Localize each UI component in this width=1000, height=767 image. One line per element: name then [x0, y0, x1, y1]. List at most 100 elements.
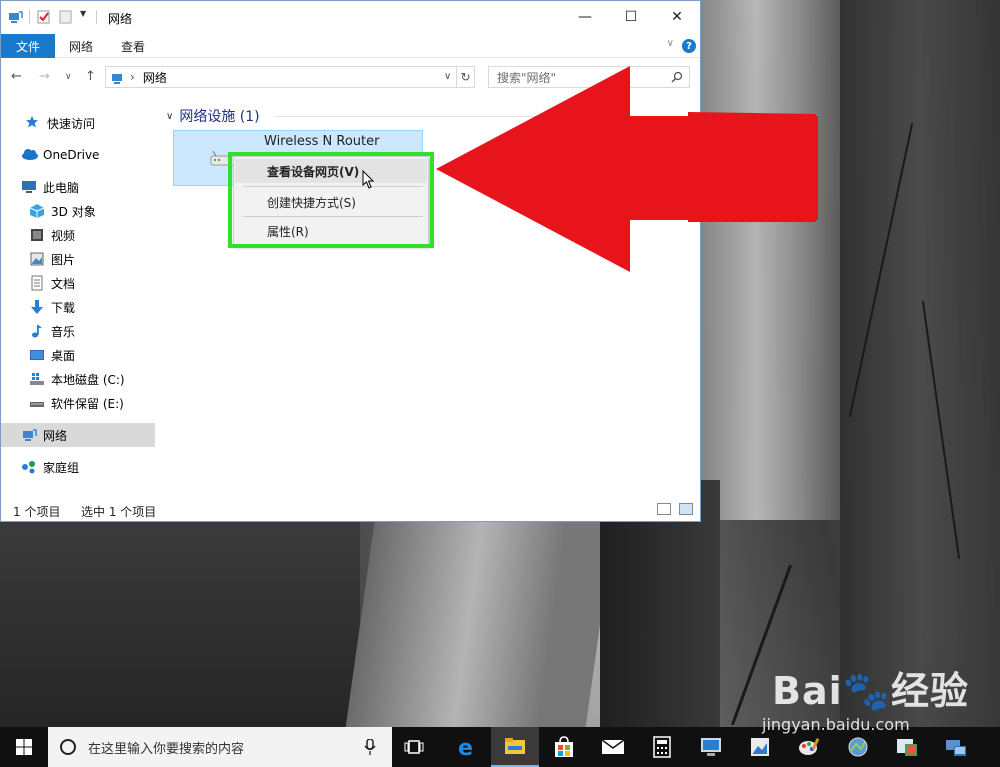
cube-icon — [29, 203, 45, 219]
store-icon[interactable] — [550, 733, 578, 761]
recent-locations-button[interactable]: ∨ — [65, 72, 72, 82]
watermark-logo: Bai🐾经验 — [772, 669, 969, 713]
sidebar-item-music[interactable]: 音乐 — [1, 319, 155, 343]
sidebar-item-label: 3D 对象 — [51, 204, 96, 219]
sidebar-item-desktop[interactable]: 桌面 — [1, 343, 155, 367]
mouse-cursor-icon — [362, 170, 375, 189]
desktop-icon — [29, 347, 45, 363]
tab-file[interactable]: 文件 — [1, 34, 55, 58]
details-view-icon[interactable] — [657, 503, 671, 515]
video-icon — [29, 227, 45, 243]
sidebar-item-homegroup[interactable]: 家庭组 — [1, 455, 155, 479]
microphone-icon[interactable] — [364, 739, 376, 755]
sidebar-item-onedrive[interactable]: OneDrive — [1, 143, 155, 167]
sidebar-item-label: 图片 — [51, 252, 76, 267]
tab-view[interactable]: 查看 — [121, 38, 145, 55]
sidebar-item-label: 家庭组 — [43, 460, 80, 475]
up-button[interactable]: ↑ — [85, 69, 96, 84]
task-view-icon[interactable] — [400, 733, 428, 761]
start-button[interactable] — [0, 727, 48, 767]
status-bar: 1 个项目 选中 1 个项目 — [1, 499, 700, 521]
group-header-label: 网络设施 (1) — [179, 109, 260, 125]
group-header[interactable]: ∨ 网络设施 (1) — [166, 106, 260, 126]
breadcrumb-separator[interactable]: › — [130, 70, 135, 84]
red-arrow-annotation — [436, 66, 818, 272]
help-icon[interactable]: ? — [682, 39, 696, 53]
watermark-url: jingyan.baidu.com — [762, 715, 910, 734]
drive-icon — [29, 395, 45, 411]
rock-face — [0, 520, 360, 727]
document-icon — [29, 275, 45, 291]
sidebar-item-label: 此电脑 — [43, 180, 80, 195]
computer-icon — [21, 179, 37, 195]
network-icon — [21, 427, 37, 443]
maximize-button[interactable]: ☐ — [608, 1, 654, 33]
file-explorer-icon[interactable] — [491, 727, 539, 767]
properties-icon[interactable] — [36, 9, 52, 25]
rock-face — [345, 520, 615, 727]
sidebar-item-drive-c[interactable]: 本地磁盘 (C:) — [1, 367, 155, 391]
network-icon — [110, 70, 126, 89]
sidebar-item-network[interactable]: 网络 — [1, 423, 155, 447]
remote-desktop-icon[interactable] — [697, 733, 725, 761]
expand-ribbon-icon[interactable]: ∨ — [667, 38, 674, 49]
calculator-icon[interactable] — [648, 733, 676, 761]
back-button[interactable]: ← — [11, 69, 22, 84]
title-bar: ▼ 网络 — ☐ ✕ — [1, 1, 700, 33]
picture-icon — [29, 251, 45, 267]
minimize-button[interactable]: — — [562, 1, 608, 33]
sidebar-item-label: 文档 — [51, 276, 76, 291]
homegroup-icon — [21, 459, 37, 475]
sidebar-item-label: 视频 — [51, 228, 76, 243]
address-bar[interactable]: › 网络 — [105, 66, 457, 88]
large-icons-view-icon[interactable] — [679, 503, 693, 515]
sidebar-item-3d-objects[interactable]: 3D 对象 — [1, 199, 155, 223]
tab-network[interactable]: 网络 — [69, 38, 93, 55]
windows-drive-icon — [29, 371, 45, 387]
new-folder-icon[interactable] — [58, 9, 74, 25]
breadcrumb-network[interactable]: 网络 — [143, 69, 167, 86]
cortana-icon[interactable] — [60, 739, 76, 755]
quick-access-toolbar: ▼ — [7, 9, 103, 25]
star-icon — [25, 115, 41, 131]
download-icon — [29, 299, 45, 315]
sidebar-item-label: 快速访问 — [47, 116, 96, 131]
sidebar-item-label: 音乐 — [51, 324, 76, 339]
taskbar-search-placeholder: 在这里输入你要搜索的内容 — [88, 741, 245, 757]
sidebar-item-label: 桌面 — [51, 348, 76, 363]
sidebar-item-label: 网络 — [43, 428, 68, 443]
forward-button[interactable]: → — [39, 69, 50, 84]
cloud-icon — [21, 147, 38, 163]
image-viewer-icon[interactable] — [746, 733, 774, 761]
svg-text:e: e — [458, 736, 473, 758]
taskbar-search-input[interactable]: 在这里输入你要搜索的内容 — [48, 727, 392, 767]
network-connections-icon[interactable] — [942, 733, 970, 761]
mail-icon[interactable] — [599, 733, 627, 761]
chevron-down-icon[interactable]: ∨ — [166, 111, 173, 122]
selection-count: 选中 1 个项目 — [81, 505, 157, 519]
sidebar-item-downloads[interactable]: 下载 — [1, 295, 155, 319]
paint-icon[interactable] — [795, 733, 823, 761]
highlight-box — [228, 152, 434, 248]
windows-logo-icon — [16, 739, 32, 755]
music-icon — [29, 323, 45, 339]
sidebar-item-label: 本地磁盘 (C:) — [51, 372, 125, 387]
item-count: 1 个项目 — [13, 505, 61, 519]
sidebar-item-drive-e[interactable]: 软件保留 (E:) — [1, 391, 155, 415]
photos-icon[interactable] — [893, 733, 921, 761]
network-icon[interactable] — [7, 9, 23, 25]
sidebar-item-pictures[interactable]: 图片 — [1, 247, 155, 271]
device-name: Wireless N Router — [264, 134, 380, 149]
sidebar-item-label: 下载 — [51, 300, 76, 315]
ribbon-tabs: 文件 网络 查看 ∨ ? — [1, 34, 700, 58]
close-button[interactable]: ✕ — [654, 1, 700, 33]
sidebar-item-this-pc[interactable]: 此电脑 — [1, 175, 155, 199]
sidebar-item-label: OneDrive — [43, 148, 100, 162]
sidebar-item-quick-access[interactable]: 快速访问 — [1, 111, 155, 135]
rock-face — [840, 0, 1000, 727]
control-panel-icon[interactable] — [844, 733, 872, 761]
customize-dropdown-icon[interactable]: ▼ — [80, 9, 90, 25]
edge-browser-icon[interactable]: e — [452, 733, 480, 761]
sidebar-item-videos[interactable]: 视频 — [1, 223, 155, 247]
sidebar-item-documents[interactable]: 文档 — [1, 271, 155, 295]
